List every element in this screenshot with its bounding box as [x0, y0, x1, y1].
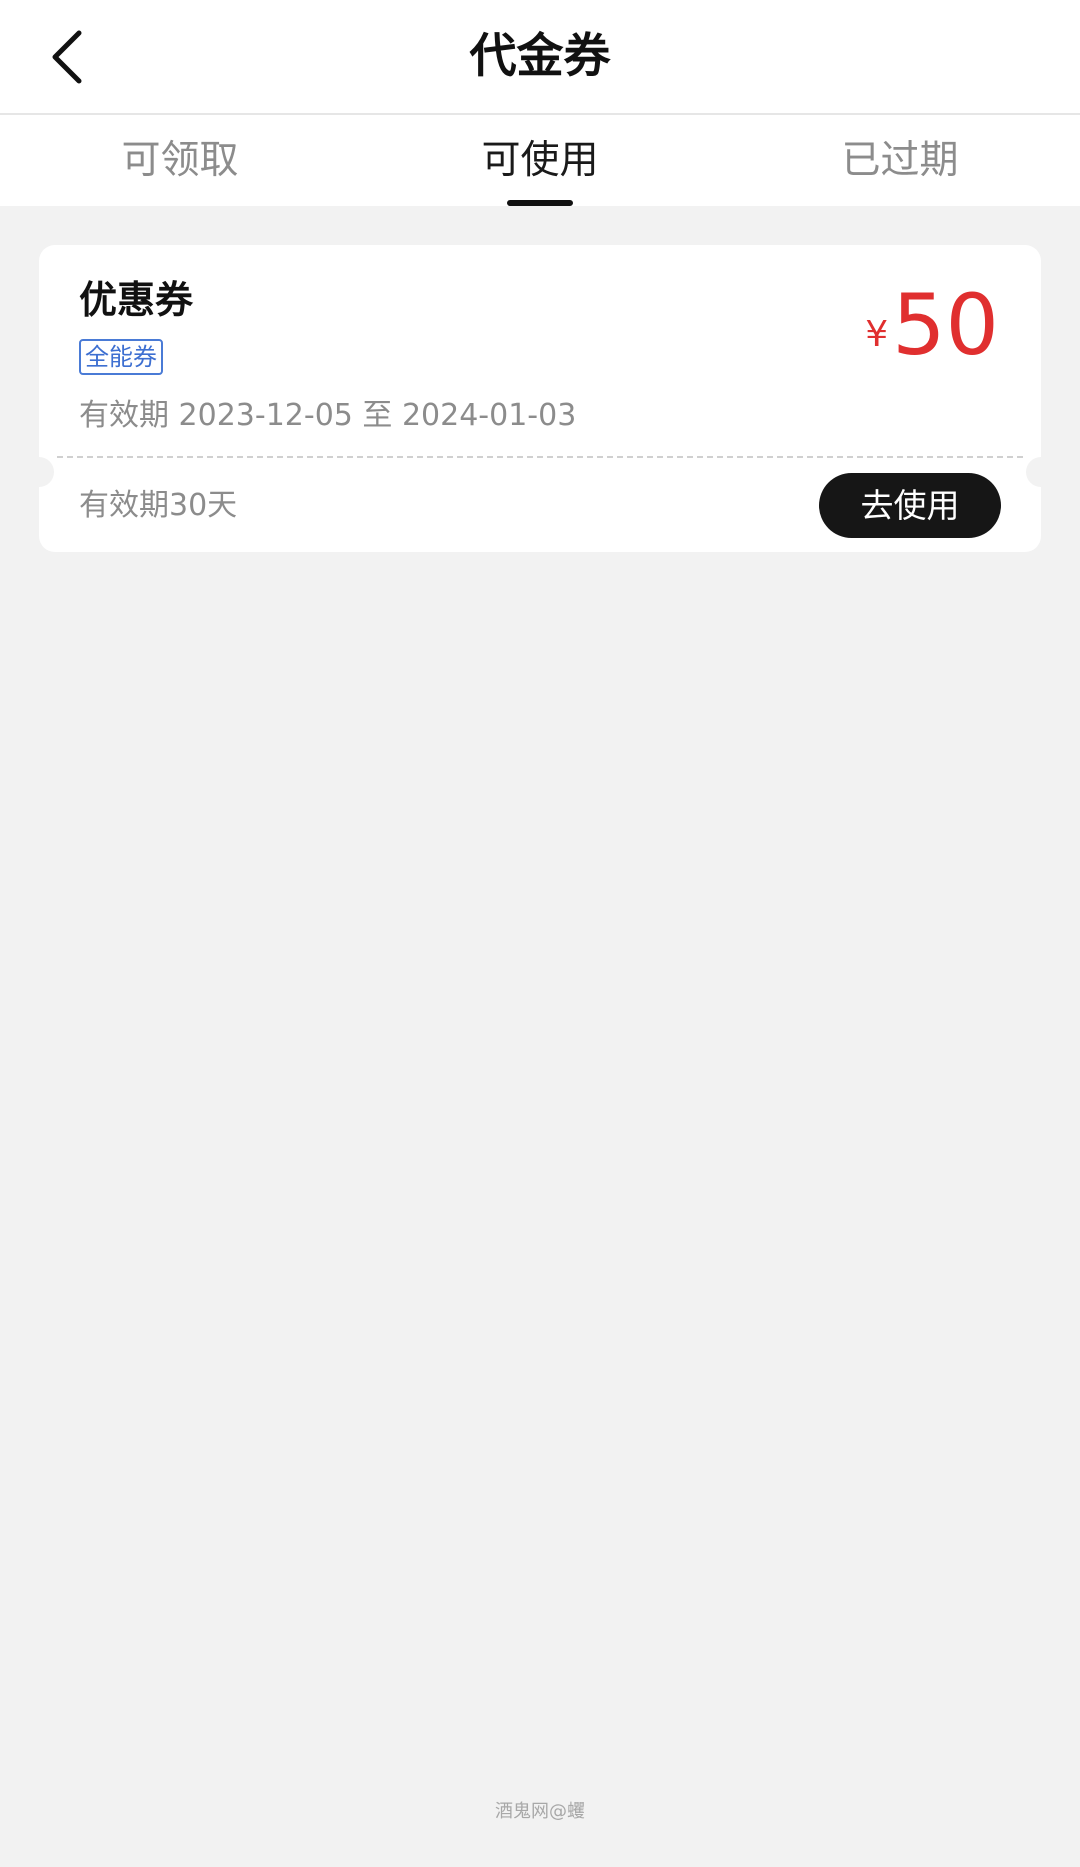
amount-value: 50: [892, 276, 999, 374]
active-tab-indicator: [507, 200, 573, 206]
watermark: 酒鬼网@蠼: [495, 1801, 585, 1822]
coupon-name: 优惠券: [79, 278, 194, 322]
tab-usable-label: 可使用: [481, 138, 599, 183]
tab-bar: 可领取 可使用 已过期: [0, 115, 1080, 206]
page-title: 代金券: [469, 29, 611, 84]
coupon-duration: 有效期30天: [79, 488, 238, 523]
tab-claimable[interactable]: 可领取: [0, 115, 360, 206]
ticket-notch-left: [24, 457, 54, 487]
currency-symbol: ¥: [865, 314, 889, 355]
coupon-amount: ¥50: [865, 275, 999, 375]
coupon-validity-range: 有效期 2023-12-05 至 2024-01-03: [79, 398, 577, 433]
use-coupon-button[interactable]: 去使用: [819, 473, 1001, 538]
coupon-type-badge: 全能券: [79, 339, 163, 375]
dashed-divider: [57, 456, 1023, 458]
coupon-card: 优惠券 全能券 有效期 2023-12-05 至 2024-01-03 ¥50 …: [39, 245, 1041, 552]
nav-bar: 代金券: [0, 0, 1080, 115]
tab-usable[interactable]: 可使用: [360, 115, 720, 206]
ticket-notch-right: [1026, 457, 1056, 487]
tab-expired[interactable]: 已过期: [720, 115, 1080, 206]
